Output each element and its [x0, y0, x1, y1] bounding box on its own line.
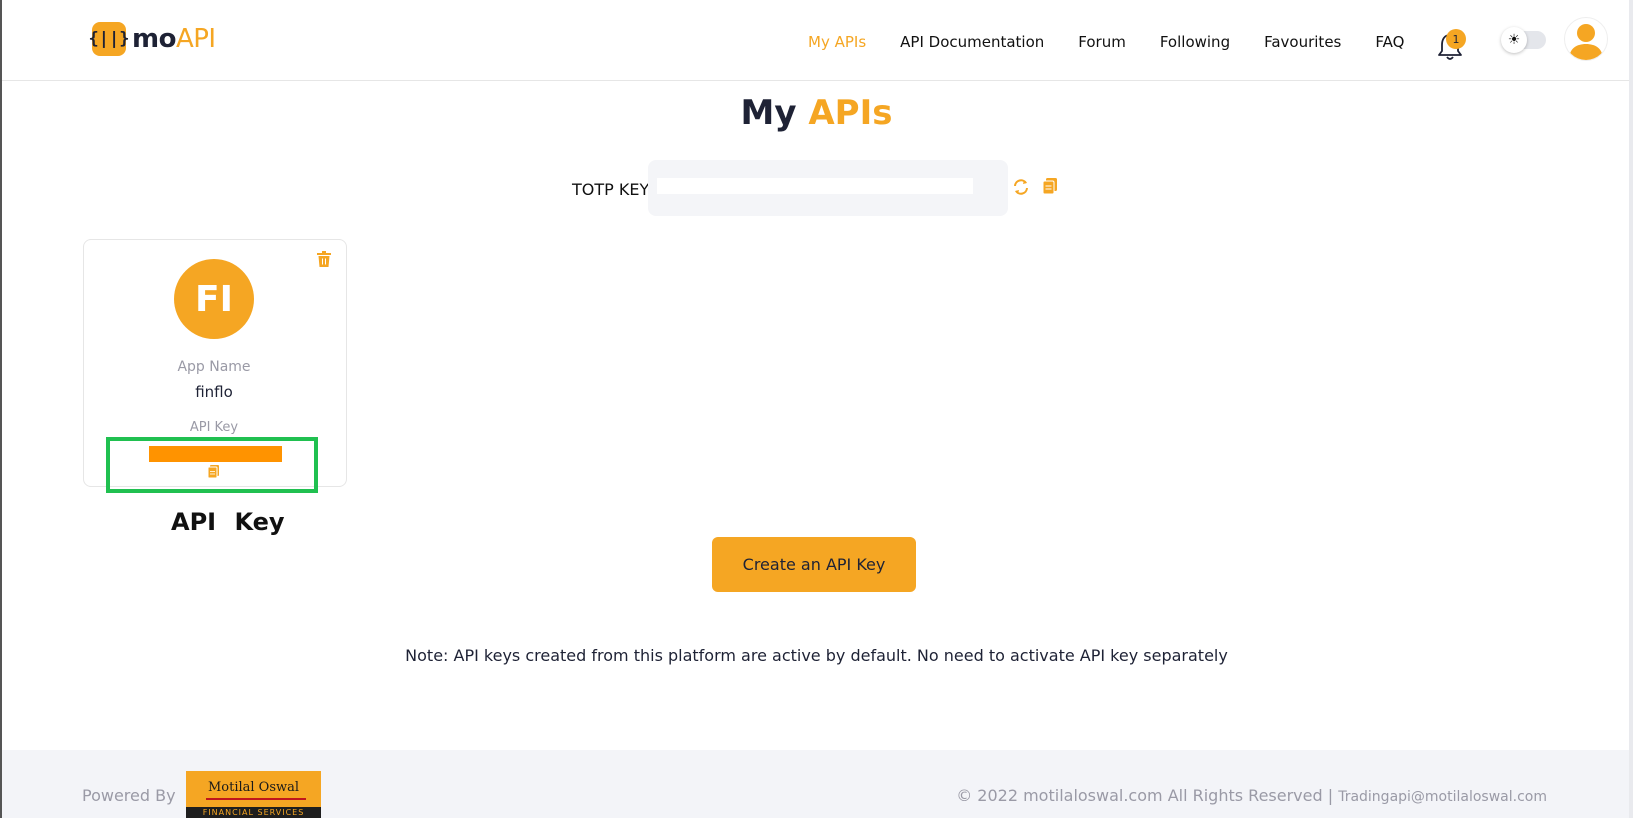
- logo-text: moAPI: [132, 24, 216, 54]
- totp-key-value-redacted: [657, 178, 973, 194]
- main-nav: My APIs API Documentation Forum Followin…: [808, 33, 1438, 51]
- totp-key-label: TOTP KEY:: [572, 180, 653, 199]
- nav-favourites[interactable]: Favourites: [1264, 33, 1341, 51]
- api-key-label: API Key: [189, 420, 239, 435]
- logo-text-prefix: mo: [132, 24, 176, 54]
- nav-forum[interactable]: Forum: [1078, 33, 1126, 51]
- trash-icon[interactable]: [316, 250, 332, 268]
- page-title-part2: APIs: [808, 93, 893, 133]
- copyright-text: © 2022 motilaloswal.com All Rights Reser…: [956, 786, 1547, 805]
- app-name-value: finflo: [195, 383, 233, 401]
- logo-swoosh: [206, 798, 306, 800]
- api-key-highlight-box: [106, 437, 318, 493]
- refresh-icon[interactable]: [1012, 178, 1030, 196]
- logo-mark-glyph: {||}: [88, 29, 130, 49]
- logo-mark-icon: {||}: [89, 22, 129, 56]
- nav-api-documentation[interactable]: API Documentation: [900, 33, 1044, 51]
- logo-text-suffix: API: [175, 24, 216, 54]
- app-initials-avatar: FI: [174, 259, 254, 339]
- motilal-oswal-logo-sub: FINANCIAL SERVICES: [186, 807, 321, 818]
- notification-badge: 1: [1446, 29, 1466, 49]
- copyright-notice: © 2022 motilaloswal.com All Rights Reser…: [956, 786, 1339, 805]
- create-api-key-button[interactable]: Create an API Key: [712, 537, 916, 592]
- contact-email-link[interactable]: Tradingapi@motilaloswal.com: [1338, 789, 1547, 805]
- powered-by-label: Powered By: [82, 786, 176, 805]
- motilal-oswal-logo[interactable]: Motilal Oswal FINANCIAL SERVICES: [186, 771, 321, 818]
- nav-faq[interactable]: FAQ: [1375, 33, 1404, 51]
- nav-my-apis[interactable]: My APIs: [808, 33, 866, 51]
- sun-icon[interactable]: ☀: [1501, 27, 1527, 53]
- app-name-label: App Name: [177, 359, 251, 375]
- nav-following[interactable]: Following: [1160, 33, 1230, 51]
- page-title: My APIs: [0, 93, 1633, 133]
- moapi-logo[interactable]: {||} moAPI: [89, 22, 216, 56]
- copy-icon[interactable]: [1042, 177, 1058, 195]
- activation-note: Note: API keys created from this platfor…: [405, 646, 1228, 665]
- api-key-annotation: API Key: [171, 508, 285, 536]
- user-avatar-icon[interactable]: [1564, 17, 1608, 61]
- motilal-oswal-logo-name: Motilal Oswal: [207, 780, 300, 795]
- page-title-part1: My: [740, 93, 797, 133]
